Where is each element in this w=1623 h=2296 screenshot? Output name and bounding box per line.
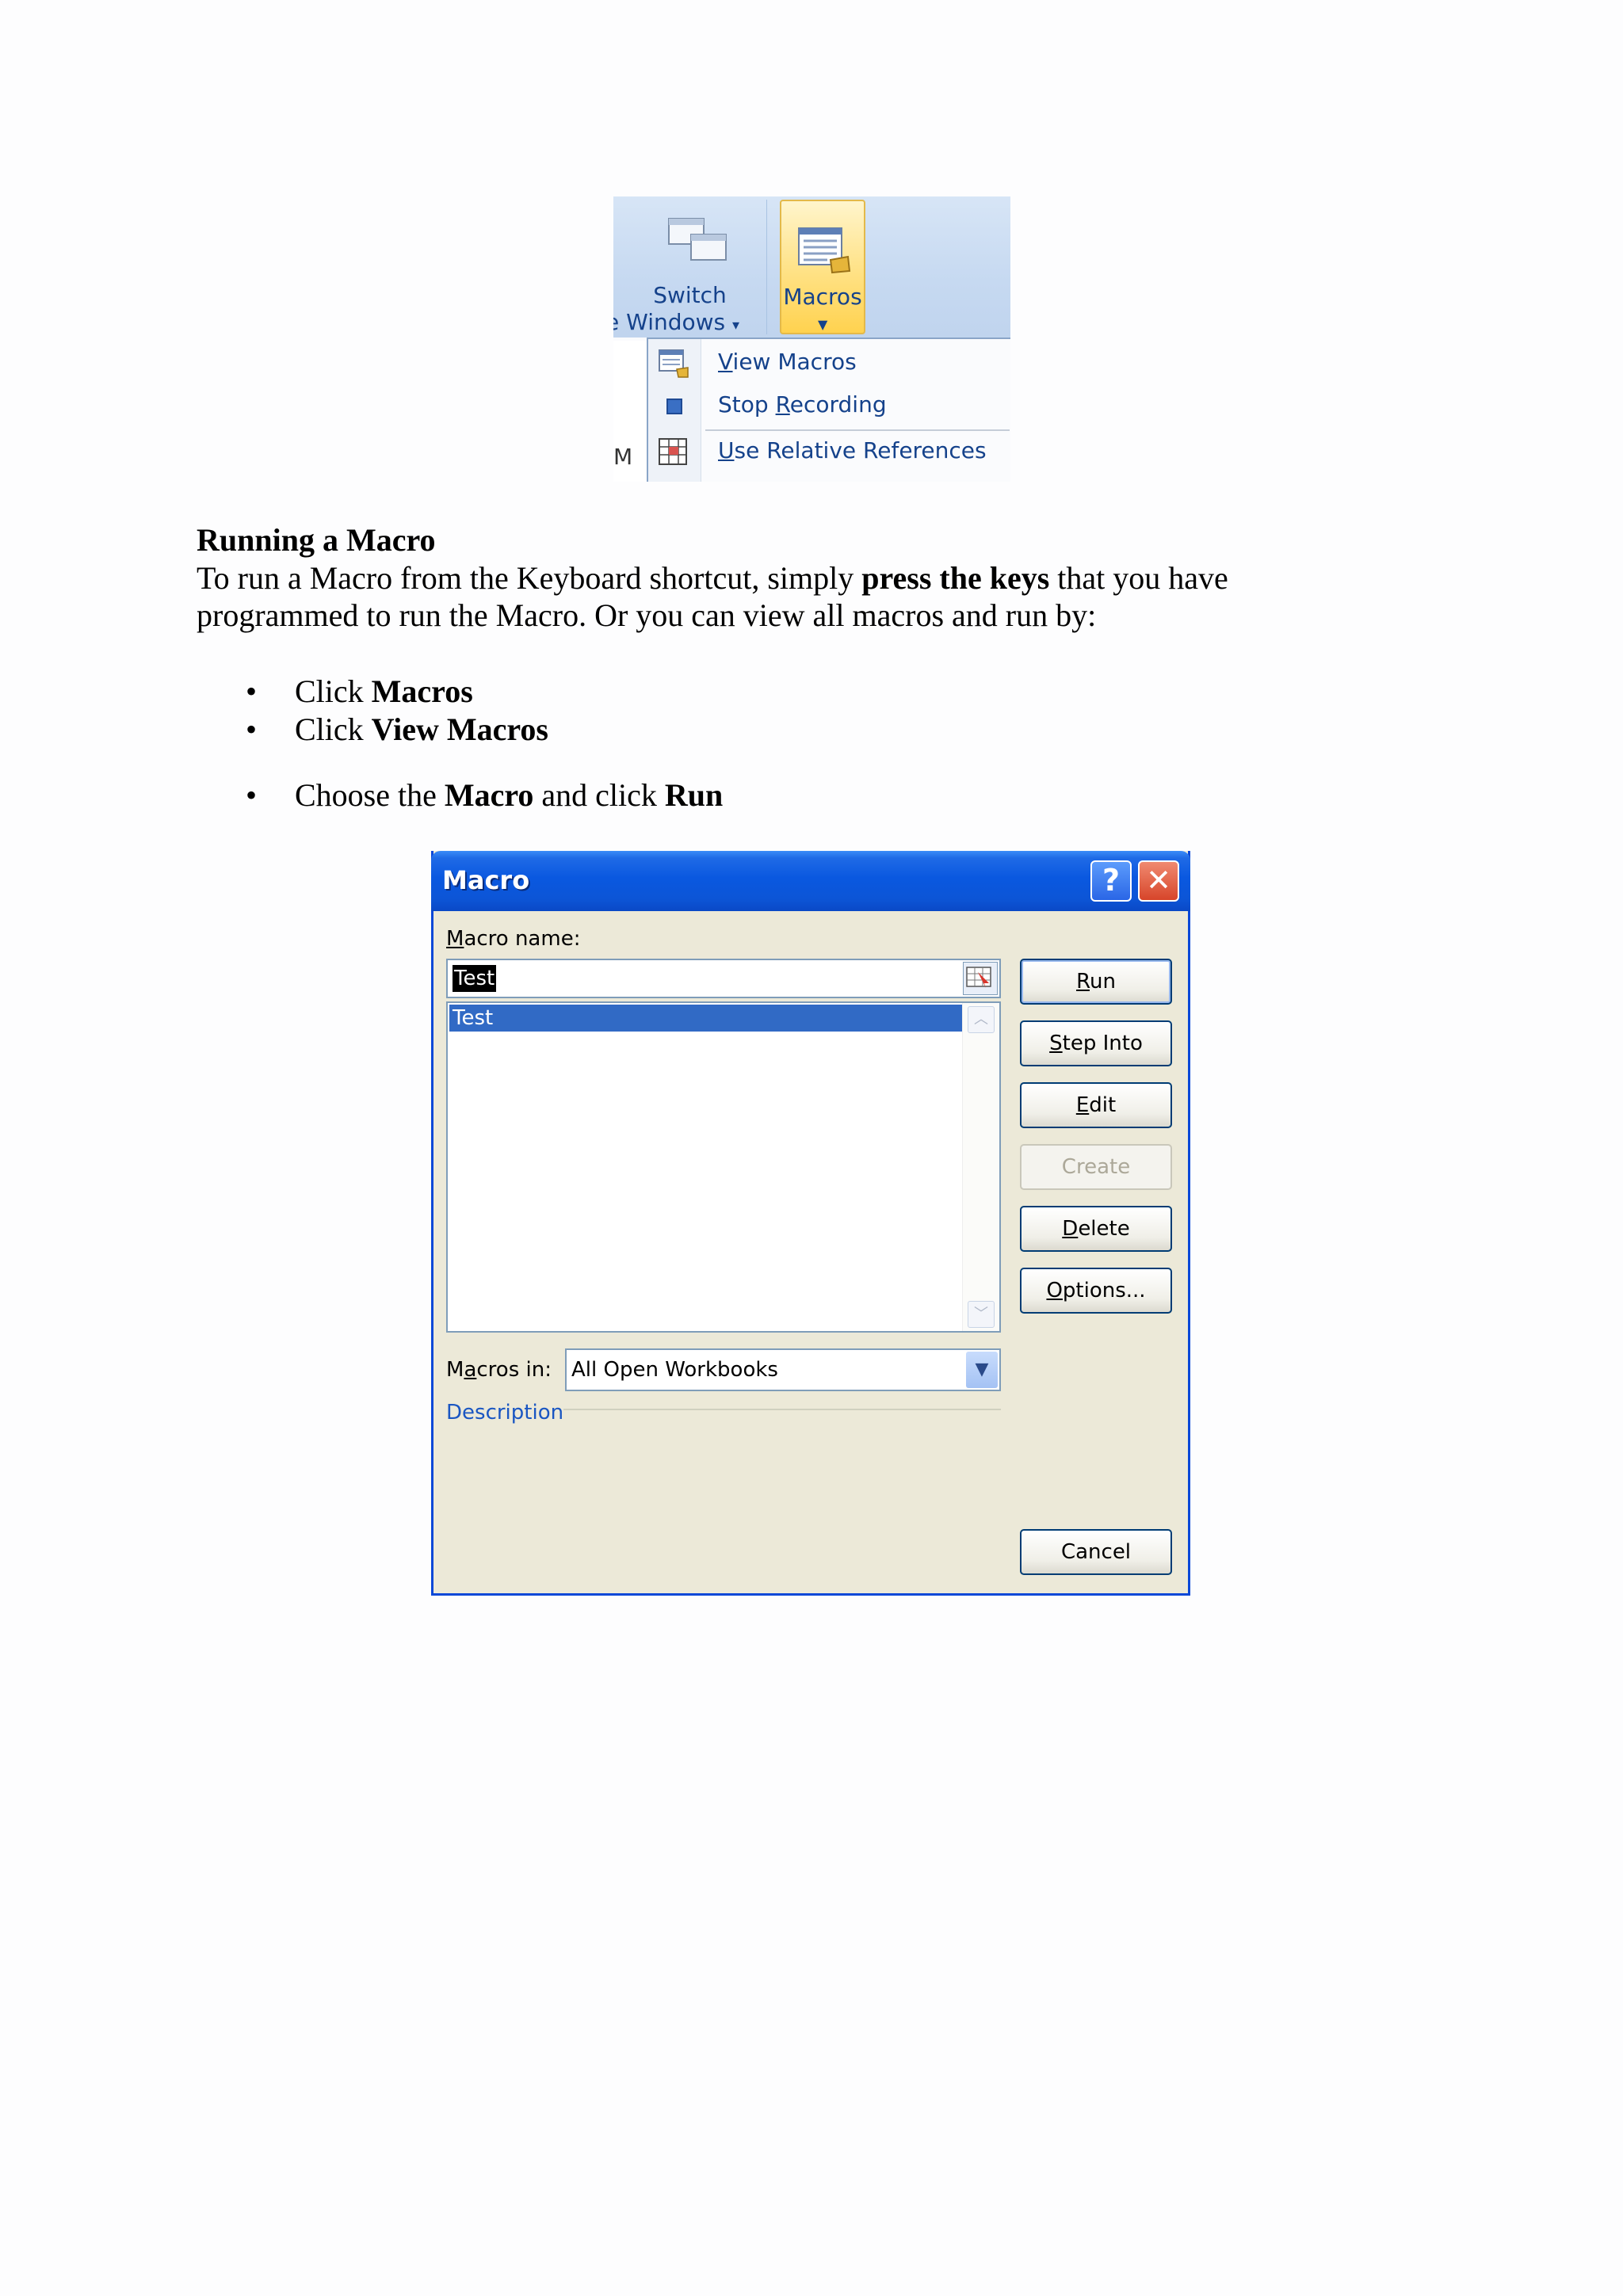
macro-name-input[interactable]: Test — [446, 959, 1001, 998]
macros-label: Macros — [783, 284, 862, 310]
edit-button[interactable]: Edit — [1020, 1082, 1172, 1128]
bullet-text: Click — [295, 673, 372, 709]
menu-item-view-macros[interactable]: View Macros — [648, 341, 1010, 385]
para-text: To run a Macro from the Keyboard shortcu… — [197, 560, 862, 596]
windows-label: e Windows — [613, 309, 726, 335]
button-label: tep Into — [1062, 1032, 1143, 1055]
view-macros-icon — [659, 349, 689, 378]
relative-references-icon — [659, 438, 687, 465]
close-button[interactable]: ✕ — [1138, 860, 1179, 902]
delete-button[interactable]: Delete — [1020, 1206, 1172, 1252]
macros-in-value: All Open Workbooks — [571, 1358, 778, 1382]
options-button[interactable]: Options... — [1020, 1268, 1172, 1314]
bullet-text: Choose the — [295, 777, 445, 813]
step-into-button[interactable]: Step Into — [1020, 1020, 1172, 1066]
menu-item-stop-recording[interactable]: Stop Recording — [648, 383, 1010, 428]
menu-accel: V — [718, 349, 733, 375]
switch-windows-icon — [668, 218, 727, 261]
bullet-text: Click — [295, 711, 372, 747]
scroll-up-icon[interactable]: ︿ — [968, 1006, 995, 1033]
bullet-icon: • — [246, 777, 258, 813]
bullet-item: Click View Macros — [295, 711, 548, 749]
button-accel: O — [1046, 1279, 1063, 1302]
stop-recording-icon — [666, 399, 682, 414]
menu-item-label-prefix: Stop — [718, 391, 776, 418]
ribbon-screenshot: Switch e Windows ▾ Macros ▼ M View Macro… — [613, 196, 1010, 482]
macros-dropdown-menu: View Macros Stop Recording Use Relative … — [647, 338, 1010, 482]
para-bold-text: press the keys — [861, 560, 1050, 596]
label-text: M — [446, 1358, 464, 1382]
description-divider — [563, 1409, 1001, 1410]
bullet-item: Click Macros — [295, 673, 473, 711]
bullet-icon: • — [246, 711, 258, 747]
macro-dialog: Macro ? ✕ Macro name: Test Test ︿ ﹀ Run … — [431, 851, 1190, 1596]
chevron-down-icon[interactable]: ▼ — [966, 1352, 998, 1388]
button-accel: R — [1076, 970, 1090, 994]
switch-label: Switch — [653, 282, 727, 308]
description-label: Description — [446, 1401, 564, 1425]
button-label: elete — [1078, 1217, 1130, 1241]
cancel-button[interactable]: Cancel — [1020, 1529, 1172, 1575]
button-accel: E — [1075, 1093, 1090, 1117]
menu-accel: U — [718, 437, 735, 463]
scroll-down-icon[interactable]: ﹀ — [968, 1301, 995, 1328]
switch-windows-button[interactable]: Switch e Windows ▾ — [613, 200, 767, 335]
bullet-icon: • — [246, 673, 258, 709]
collapse-dialog-button[interactable] — [963, 962, 998, 995]
menu-item-label: se Relative References — [734, 437, 987, 463]
run-button[interactable]: Run — [1020, 959, 1172, 1005]
macro-name-value: Test — [453, 965, 497, 992]
menu-item-label: ecording — [789, 391, 887, 418]
button-accel: S — [1049, 1032, 1063, 1055]
bullet-bold: View Macros — [371, 711, 548, 747]
section-heading: Running a Macro — [197, 522, 436, 558]
button-label: ptions... — [1062, 1279, 1146, 1302]
macro-list[interactable]: Test ︿ ﹀ — [446, 1001, 1001, 1333]
button-label: dit — [1089, 1093, 1117, 1117]
bullet-text: and click — [533, 777, 665, 813]
macros-in-label: Macros in: — [446, 1358, 552, 1382]
label-accel: a — [464, 1358, 477, 1382]
bullet-bold: Macros — [371, 673, 473, 709]
range-select-icon — [966, 967, 991, 988]
paragraph-line-2: programmed to run the Macro. Or you can … — [197, 597, 1097, 633]
help-button[interactable]: ? — [1090, 860, 1132, 902]
bullet-bold: Run — [664, 777, 724, 813]
create-button[interactable]: Create — [1020, 1144, 1172, 1190]
bullet-bold: Macro — [444, 777, 534, 813]
macro-name-label: Macro name: — [446, 927, 580, 951]
menu-accel: R — [775, 391, 790, 418]
list-item[interactable]: Test — [449, 1005, 964, 1032]
label-text: cros in: — [476, 1358, 552, 1382]
menu-item-use-relative-references[interactable]: Use Relative References — [648, 429, 1010, 474]
label-text: acro name: — [464, 927, 581, 951]
dialog-title: Macro — [442, 865, 530, 895]
macros-button[interactable]: Macros ▼ — [780, 200, 865, 334]
cell-fragment: M — [613, 444, 633, 470]
label-accel: M — [446, 927, 464, 951]
vertical-scrollbar[interactable]: ︿ ﹀ — [962, 1003, 999, 1331]
macros-icon — [798, 227, 851, 274]
paragraph-line-1: To run a Macro from the Keyboard shortcu… — [197, 559, 1228, 597]
macros-in-select[interactable]: All Open Workbooks ▼ — [565, 1348, 1001, 1391]
button-label: un — [1089, 970, 1116, 994]
para-text: that you have — [1049, 560, 1228, 596]
menu-item-label: iew Macros — [732, 349, 857, 375]
chevron-down-icon: ▾ — [732, 317, 740, 334]
button-accel: D — [1062, 1217, 1079, 1241]
dialog-titlebar: Macro ? ✕ — [431, 851, 1190, 911]
bullet-item: Choose the Macro and click Run — [295, 776, 723, 814]
dropdown-arrow-icon: ▼ — [818, 317, 828, 332]
